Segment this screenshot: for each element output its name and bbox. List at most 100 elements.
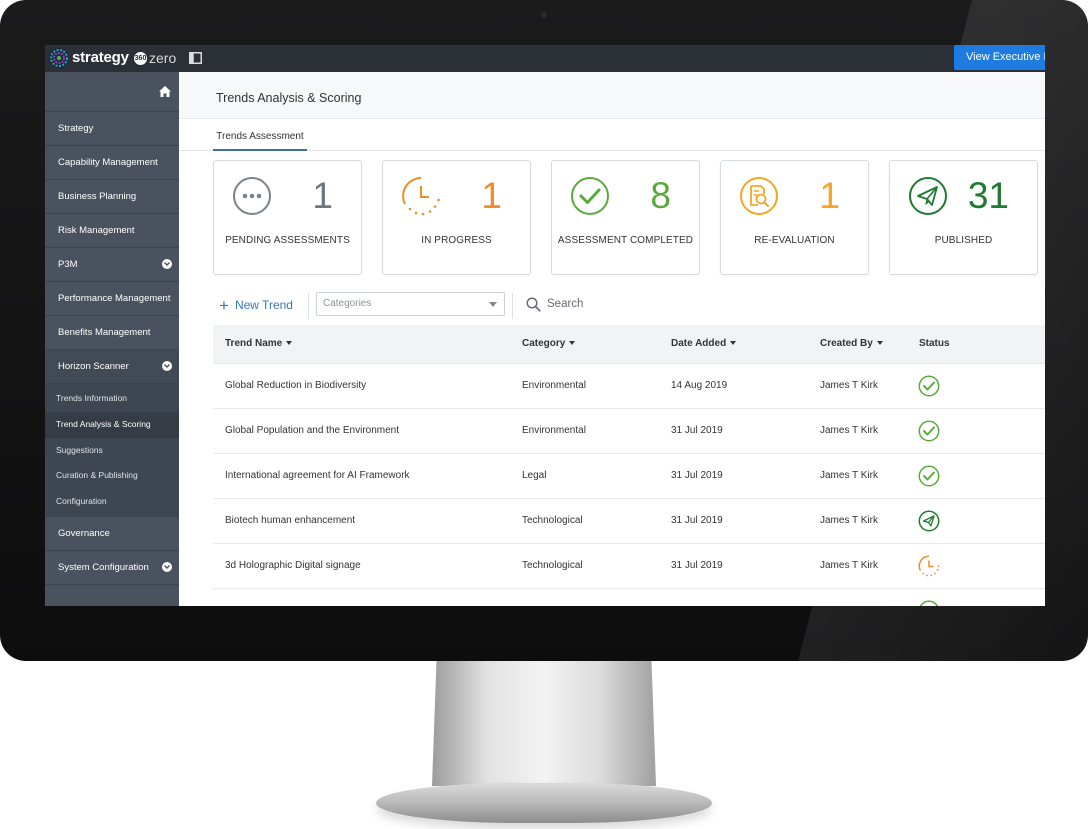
ellipsis-circle-icon [233,177,271,215]
sidebar-item-label: Strategy [58,123,94,134]
sidebar-subitem-configuration[interactable]: Configuration [45,489,179,515]
status-completed-icon [918,465,940,487]
cell-trend-name[interactable]: 3d Holographic Digital signage [225,544,361,588]
chevron-down-icon[interactable] [162,259,172,269]
horizon-scanner-submenu: Trends Information Trend Analysis & Scor… [45,384,179,517]
cell-trend-name[interactable]: Global Population and the Environment [225,409,399,453]
status-completed-icon [919,600,939,606]
sidebar-subitem-curation-publishing[interactable]: Curation & Publishing [45,463,179,489]
cell-created-by: James T Kirk [820,380,878,391]
column-header-trend-name[interactable]: Trend Name [225,325,293,363]
tab-bar: Trends Assessment [179,119,1045,151]
sidebar-item-horizon-scanner[interactable]: Horizon Scanner [45,350,179,384]
cell-date-added: 31 Jul 2019 [671,425,723,436]
table-row[interactable]: International agreement for AI Framework… [213,454,1045,499]
table-row[interactable]: Global Reduction in Biodiversity Environ… [213,364,1045,409]
home-icon[interactable] [159,86,171,97]
categories-placeholder: Categories [323,298,372,309]
cell-created-by: James T Kirk [820,470,878,481]
logo-text: strategy [72,49,129,66]
column-header-date-added[interactable]: Date Added [671,325,737,363]
card-count: 31 [967,175,1009,216]
cell-trend-name[interactable]: Biotech human enhancement [225,499,355,543]
table-header: Trend Name Category Date Added Created B… [213,325,1045,364]
monitor-stand-base [376,783,712,823]
sidebar-item-capability-management[interactable]: Capability Management [45,146,179,180]
caret-down-icon [489,302,497,307]
cell-trend-name[interactable]: Global Reduction in Biodiversity [225,364,366,408]
app-screen: strategy 360 zero View Executive Da Stra… [45,45,1045,606]
sidebar-item-p3m[interactable]: P3M [45,248,179,282]
categories-dropdown[interactable]: Categories [316,292,505,316]
sidebar-toggle-icon[interactable] [189,52,202,64]
table-row-partial [213,589,1045,606]
cell-trend-name[interactable]: International agreement for AI Framework [225,454,410,498]
sidebar-subitem-trends-information[interactable]: Trends Information [45,386,179,412]
check-circle-icon [571,177,609,215]
new-trend-button[interactable]: + New Trend [219,296,293,315]
chevron-down-icon[interactable] [162,361,172,371]
card-assessment-completed[interactable]: 8 ASSESSMENT COMPLETED [551,160,700,275]
column-header-label: Created By [820,338,873,349]
column-header-label: Trend Name [225,338,283,349]
plus-icon: + [219,296,229,315]
toolbar-divider [308,293,309,319]
search-input[interactable] [547,295,727,313]
column-header-category[interactable]: Category [522,325,576,363]
column-header-label: Date Added [671,338,727,349]
sidebar-item-label: System Configuration [58,561,149,573]
chevron-down-icon[interactable] [162,561,172,572]
tab-trends-assessment[interactable]: Trends Assessment [213,131,307,151]
sidebar-item-performance-management[interactable]: Performance Management [45,282,179,316]
main-content: Trends Analysis & Scoring Trends Assessm… [179,72,1045,606]
document-search-icon [740,177,778,215]
table-row[interactable]: Biotech human enhancement Technological … [213,499,1045,544]
table-row[interactable]: Global Population and the Environment En… [213,409,1045,454]
sidebar-home[interactable] [45,72,179,112]
status-in-progress-icon [918,555,940,577]
table-row[interactable]: 3d Holographic Digital signage Technolog… [213,544,1045,589]
logo-badge: 360 [134,52,147,65]
new-trend-label: New Trend [234,298,293,312]
sort-caret-icon [730,341,737,345]
sidebar-subitem-suggestions[interactable]: Suggestions [45,438,179,464]
view-executive-dashboard-button[interactable]: View Executive Da [954,45,1045,70]
sidebar-item-label: Risk Management [58,225,135,236]
card-re-evaluation[interactable]: 1 RE-EVALUATION [720,160,869,275]
sort-caret-icon [286,341,293,345]
trends-table: Trend Name Category Date Added Created B… [213,325,1045,606]
sidebar-item-strategy[interactable]: Strategy [45,112,179,146]
card-in-progress[interactable]: 1 IN PROGRESS [382,160,531,275]
sidebar-item-label: Business Planning [58,191,137,202]
card-count: 1 [819,175,840,216]
sidebar-item-system-configuration[interactable]: System Configuration [45,551,179,585]
card-label: IN PROGRESS [421,235,492,246]
sidebar-item-governance[interactable]: Governance [45,517,179,551]
column-header-created-by[interactable]: Created By [820,325,883,363]
cell-category: Technological [522,560,583,571]
table-toolbar: + New Trend Categories [213,291,1043,321]
column-header-status: Status [919,338,950,349]
status-published-icon [918,510,940,532]
page-header: Trends Analysis & Scoring [179,72,1045,119]
monitor-stand-neck [432,661,656,786]
sidebar-item-benefits-management[interactable]: Benefits Management [45,316,179,350]
cell-category: Legal [522,470,547,481]
card-published[interactable]: 31 PUBLISHED [889,160,1038,275]
cell-date-added: 31 Jul 2019 [671,560,723,571]
sidebar-item-label: Benefits Management [58,327,151,338]
top-bar: strategy 360 zero View Executive Da [45,45,1045,72]
sidebar-item-business-planning[interactable]: Business Planning [45,180,179,214]
page-title: Trends Analysis & Scoring [216,91,362,105]
search-icon[interactable] [526,297,541,312]
summary-cards: 1 PENDING ASSESSMENTS 1 IN PROGRESS 8 AS… [213,160,1043,275]
sidebar-item-risk-management[interactable]: Risk Management [45,214,179,248]
cell-category: Environmental [522,425,586,436]
card-pending-assessments[interactable]: 1 PENDING ASSESSMENTS [213,160,362,275]
cell-category: Environmental [522,380,586,391]
logo-icon [49,48,69,68]
sidebar-subitem-trend-analysis-scoring[interactable]: Trend Analysis & Scoring [45,411,179,438]
cell-date-added: 31 Jul 2019 [671,470,723,481]
status-completed-icon [918,375,940,397]
clock-progress-icon [402,177,440,216]
